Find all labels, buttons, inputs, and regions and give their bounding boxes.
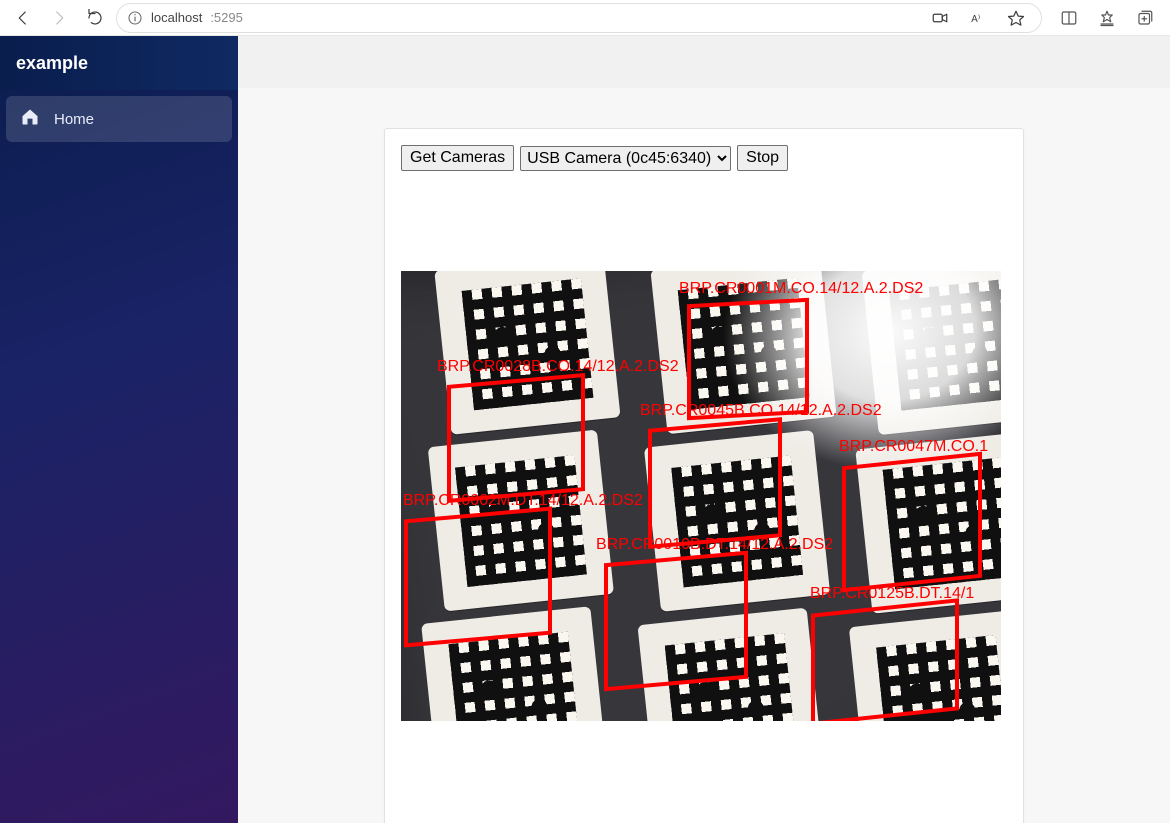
favorite-icon[interactable] (1001, 3, 1031, 33)
refresh-button[interactable] (80, 3, 110, 33)
datamatrix-cell (637, 608, 823, 721)
datamatrix-cell (849, 610, 1001, 721)
datamatrix-cell (428, 430, 614, 612)
read-aloud-icon[interactable]: A⁾ (963, 3, 993, 33)
url-port: :5295 (210, 10, 243, 25)
datamatrix-code (448, 631, 580, 721)
datamatrix-cell (434, 271, 620, 435)
datamatrix-code (665, 633, 797, 721)
app-brand[interactable]: example (0, 36, 238, 90)
svg-text:A⁾: A⁾ (971, 13, 980, 24)
datamatrix-cell (855, 432, 1001, 614)
code-sheet (401, 271, 1001, 721)
datamatrix-code (455, 455, 587, 587)
camera-controls: Get Cameras USB Camera (0c45:6340) Stop (401, 145, 1007, 171)
collections-icon[interactable] (1128, 3, 1162, 33)
datamatrix-code (889, 278, 1001, 410)
datamatrix-code (461, 278, 593, 410)
stop-button[interactable]: Stop (737, 145, 788, 171)
camera-permission-icon[interactable] (925, 3, 955, 33)
datamatrix-code (882, 457, 1001, 589)
site-info-icon[interactable] (127, 10, 143, 26)
nav: Home (0, 90, 238, 148)
camera-select[interactable]: USB Camera (0c45:6340) (520, 146, 731, 171)
sidebar: example Home (0, 36, 238, 823)
split-screen-icon[interactable] (1052, 3, 1086, 33)
home-icon (20, 107, 40, 131)
forward-button[interactable] (44, 3, 74, 33)
url-host: localhost (151, 10, 202, 25)
datamatrix-code (678, 277, 810, 409)
main-content: Get Cameras USB Camera (0c45:6340) Stop … (238, 36, 1170, 823)
datamatrix-cell (862, 271, 1001, 435)
datamatrix-cell (421, 606, 607, 721)
video-preview: BRP.CR0001M.CO.14/12.A.2.DS2BRP.CR0028B.… (401, 271, 1001, 721)
datamatrix-cell (644, 430, 830, 612)
address-bar[interactable]: localhost :5295 A⁾ (116, 3, 1042, 33)
datamatrix-cell (650, 271, 836, 434)
back-button[interactable] (8, 3, 38, 33)
header-strip (238, 36, 1170, 88)
datamatrix-code (876, 635, 1001, 721)
datamatrix-code (671, 455, 803, 587)
camera-card: Get Cameras USB Camera (0c45:6340) Stop … (384, 128, 1024, 823)
get-cameras-button[interactable]: Get Cameras (401, 145, 514, 171)
favorites-list-icon[interactable] (1090, 3, 1124, 33)
sidebar-item-label: Home (54, 111, 94, 128)
browser-toolbar: localhost :5295 A⁾ (0, 0, 1170, 36)
sidebar-item-home[interactable]: Home (6, 96, 232, 142)
